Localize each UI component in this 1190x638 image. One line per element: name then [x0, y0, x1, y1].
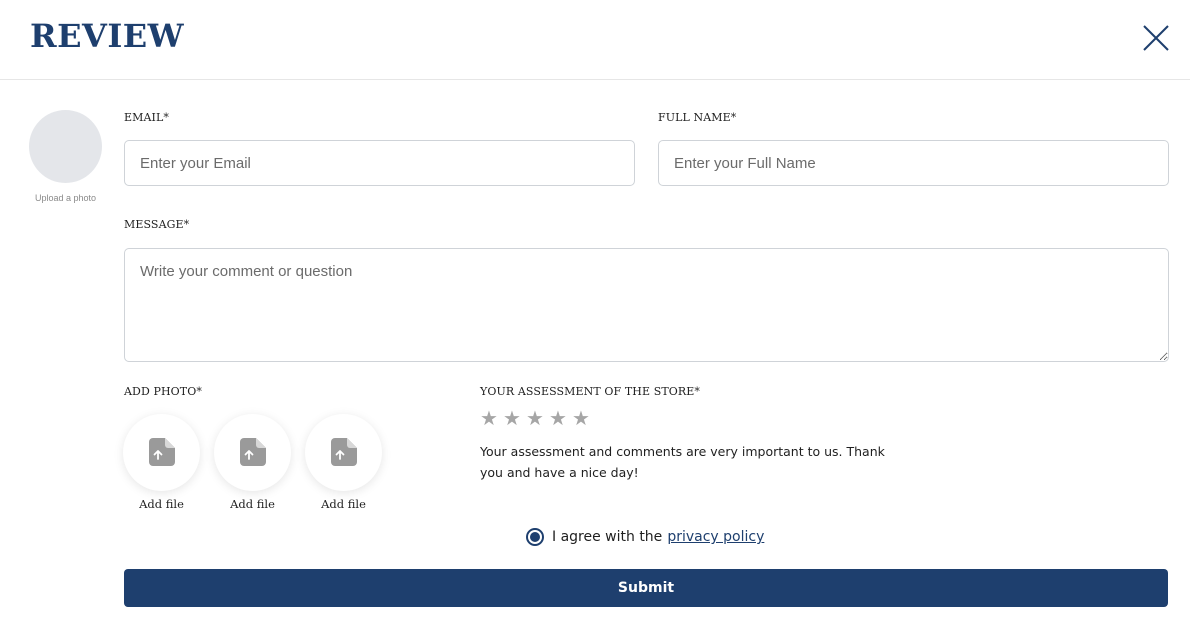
- add-photo-slot-3[interactable]: [305, 414, 382, 491]
- star-icon[interactable]: ★: [479, 406, 499, 430]
- assessment-note: Your assessment and comments are very im…: [480, 444, 885, 480]
- upload-file-icon: [331, 438, 357, 466]
- email-label: EMAIL*: [124, 111, 169, 124]
- add-photo-slot-2[interactable]: [214, 414, 291, 491]
- agree-radio[interactable]: [526, 528, 544, 546]
- agree-radio-dot: [530, 532, 540, 542]
- star-icon[interactable]: ★: [548, 406, 568, 430]
- privacy-agreement: I agree with the privacy policy: [526, 527, 764, 547]
- agree-text: I agree with the: [552, 529, 663, 545]
- avatar-upload[interactable]: [29, 110, 102, 183]
- assessment-label: YOUR ASSESSMENT OF THE STORE*: [480, 385, 701, 398]
- add-photo-slot-1[interactable]: [123, 414, 200, 491]
- upload-file-icon: [240, 438, 266, 466]
- star-icon[interactable]: ★: [525, 406, 545, 430]
- message-label: MESSAGE*: [124, 218, 190, 231]
- add-file-label-2: Add file: [230, 497, 275, 511]
- submit-button[interactable]: Submit: [124, 569, 1168, 607]
- page-title: REVIEW: [30, 17, 185, 55]
- modal-header: REVIEW: [0, 0, 1190, 80]
- message-field[interactable]: [124, 248, 1169, 362]
- close-icon[interactable]: [1140, 22, 1172, 54]
- star-icon[interactable]: ★: [571, 406, 591, 430]
- star-icon[interactable]: ★: [502, 406, 522, 430]
- avatar-upload-label: Upload a photo: [34, 193, 97, 203]
- privacy-policy-link[interactable]: privacy policy: [667, 529, 764, 545]
- email-field[interactable]: [124, 140, 635, 186]
- add-photo-label: ADD PHOTO*: [124, 385, 202, 398]
- full-name-label: FULL NAME*: [658, 111, 737, 124]
- full-name-field[interactable]: [658, 140, 1169, 186]
- upload-file-icon: [149, 438, 175, 466]
- star-rating: ★ ★ ★ ★ ★: [479, 406, 591, 430]
- add-file-label-3: Add file: [321, 497, 366, 511]
- add-file-label-1: Add file: [139, 497, 184, 511]
